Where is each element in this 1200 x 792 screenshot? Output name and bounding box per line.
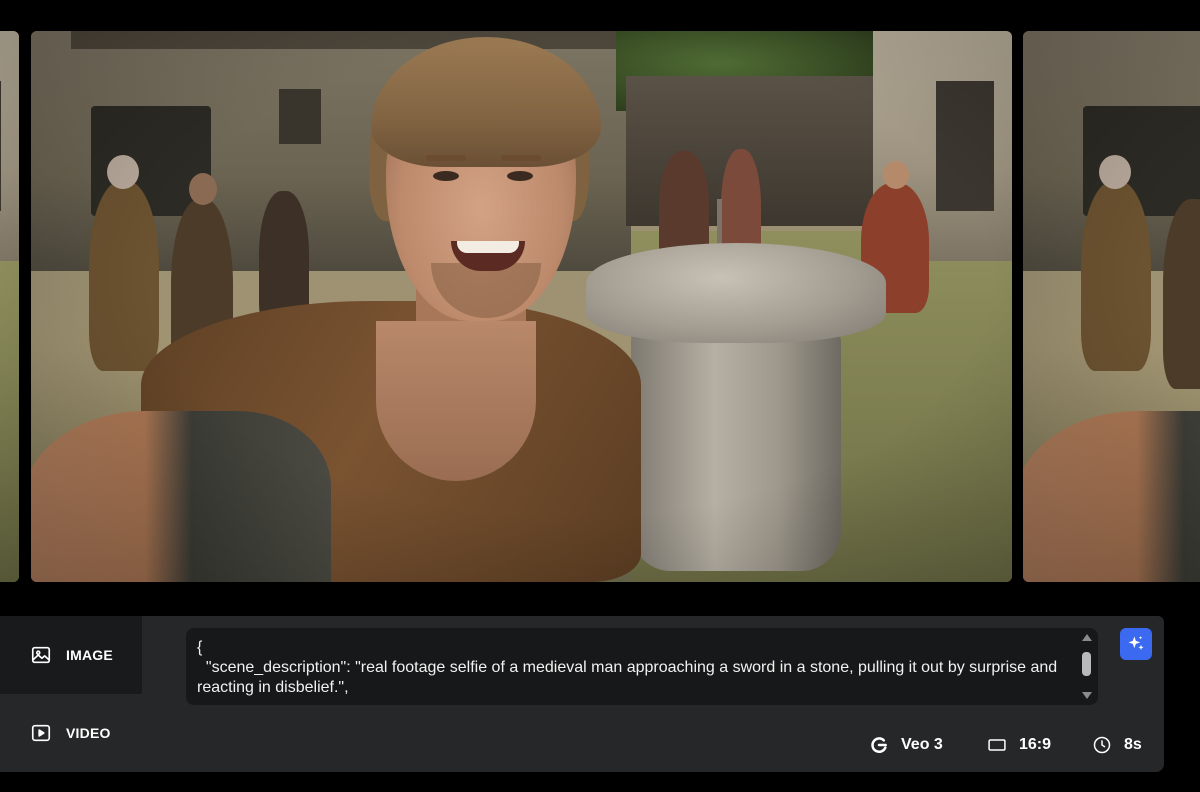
- previous-image-thumbnail[interactable]: [0, 31, 19, 582]
- aspect-ratio-icon: [988, 739, 1006, 751]
- generated-image-preview[interactable]: [31, 31, 1012, 582]
- prompt-panel: IMAGE VIDEO { "scene_description": "real…: [0, 616, 1164, 772]
- enhance-prompt-button[interactable]: [1120, 628, 1152, 660]
- aspect-ratio-label: 16:9: [1019, 736, 1052, 753]
- prompt-textarea[interactable]: { "scene_description": "real footage sel…: [186, 628, 1098, 705]
- scroll-down-arrow[interactable]: [1082, 692, 1092, 699]
- generated-image-scene: [31, 31, 1012, 582]
- play-icon: [31, 724, 51, 742]
- video-mode-tab[interactable]: VIDEO: [0, 694, 142, 772]
- image-mode-tab[interactable]: IMAGE: [0, 616, 142, 694]
- next-image-scene: [1023, 31, 1200, 582]
- scrollbar-thumb[interactable]: [1082, 652, 1091, 676]
- model-selector[interactable]: Veo 3: [869, 734, 943, 756]
- prompt-text: { "scene_description": "real footage sel…: [197, 639, 1058, 696]
- clock-icon: [1093, 736, 1111, 754]
- aspect-ratio-selector[interactable]: 16:9: [987, 734, 1051, 756]
- scroll-up-arrow[interactable]: [1082, 634, 1092, 641]
- sparkle-icon: [1128, 636, 1144, 650]
- previous-image-scene: [0, 31, 19, 582]
- duration-label: 8s: [1124, 736, 1142, 753]
- image-mode-label: IMAGE: [66, 647, 113, 663]
- duration-selector[interactable]: 8s: [1092, 734, 1142, 756]
- google-g-icon: [871, 737, 887, 753]
- image-icon: [31, 646, 51, 664]
- image-carousel: [0, 0, 1200, 600]
- next-image-thumbnail[interactable]: [1023, 31, 1200, 582]
- model-label: Veo 3: [901, 736, 943, 753]
- video-mode-label: VIDEO: [66, 725, 111, 741]
